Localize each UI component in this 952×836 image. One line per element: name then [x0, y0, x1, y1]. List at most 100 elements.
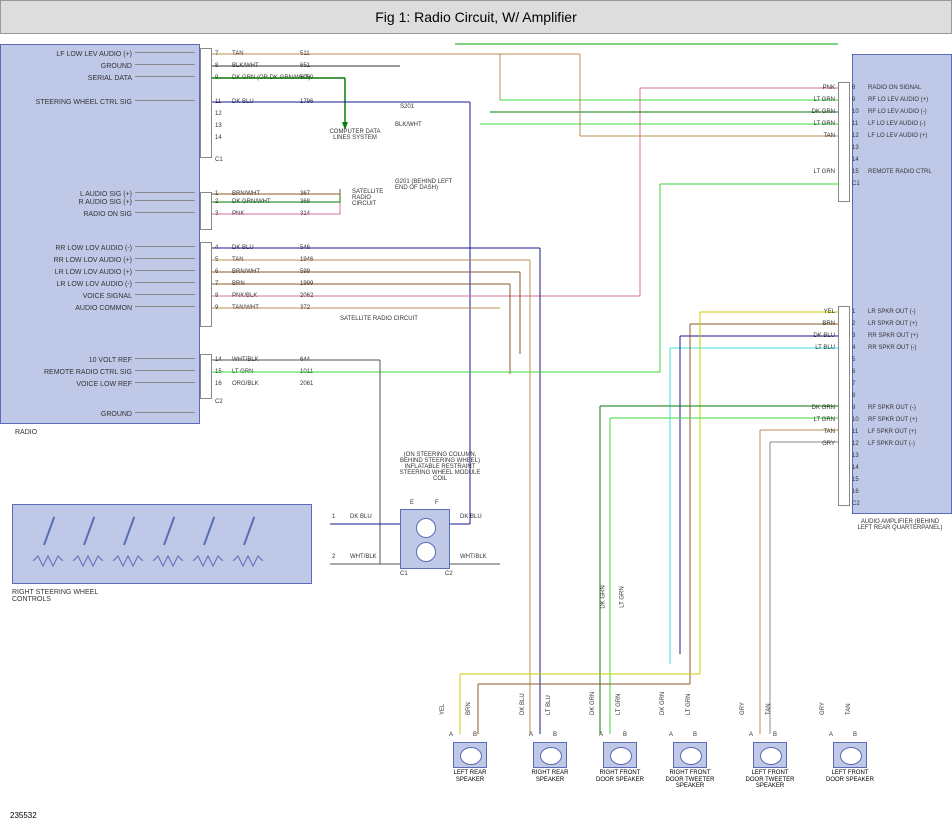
amp-pin: 11	[852, 121, 858, 127]
coil-pin2: 2	[332, 554, 335, 560]
amp-pin: 10	[852, 109, 859, 115]
switch-label: RIGHT STEERING WHEEL CONTROLS	[12, 589, 102, 603]
amp-pin: 12	[852, 133, 859, 139]
amp-label: AUDIO AMPLIFIER (BEHIND LEFT REAR QUARTE…	[855, 519, 945, 531]
amp-pin: 12	[852, 441, 859, 447]
amp-pin: 9	[852, 405, 855, 411]
amp-pin: 15	[852, 169, 859, 175]
spk-term-b: B	[473, 732, 477, 738]
speaker-icon	[673, 742, 707, 768]
amp-func: LF LO LEV AUDIO (+)	[868, 133, 927, 139]
amp-pin: 13	[852, 453, 859, 459]
amp-wire: BRN	[800, 321, 835, 327]
amp-wire: LT BLU	[800, 345, 835, 351]
amp-wire: DK BLU	[800, 333, 835, 339]
amp-func: RF SPKR OUT (-)	[868, 405, 916, 411]
spk-wire-a: DK GRN	[590, 692, 596, 715]
amp-pin: 14	[852, 157, 859, 163]
speaker-icon	[753, 742, 787, 768]
speaker-name: LEFT REAR SPEAKER	[445, 770, 495, 783]
amp-pin: C1	[852, 181, 860, 187]
amp-wire: DK GRN	[800, 109, 835, 115]
spk-term-a: A	[749, 732, 753, 738]
coil-tr: DK BLU	[460, 514, 482, 520]
title-bar: Fig 1: Radio Circuit, W/ Amplifier	[0, 0, 952, 34]
coil-c1: C1	[400, 571, 408, 577]
steering-switch-box	[12, 504, 312, 584]
spk-term-a: A	[829, 732, 833, 738]
amp-pin: 6	[852, 369, 855, 375]
speaker: RIGHT FRONT DOOR TWEETER SPEAKER	[665, 742, 715, 782]
amp-func: RADIO ON SIGNAL	[868, 85, 921, 91]
amp-conn-c1	[838, 82, 850, 202]
speaker: LEFT REAR SPEAKER	[445, 742, 495, 782]
amp-pin: 8	[852, 85, 855, 91]
amp-pin: 3	[852, 333, 855, 339]
amp-wire: GRY	[800, 441, 835, 447]
amp-func: LF SPKR OUT (+)	[868, 429, 916, 435]
amp-func: RF LO LEV AUDIO (-)	[868, 109, 927, 115]
coil-br: WHT/BLK	[460, 554, 487, 560]
spk-wire-b: LT GRN	[686, 694, 692, 715]
amp-wire: PNK	[800, 85, 835, 91]
amp-pin: 14	[852, 465, 859, 471]
title: Fig 1: Radio Circuit, W/ Amplifier	[375, 9, 577, 25]
spk-term-b: B	[693, 732, 697, 738]
speaker-name: RIGHT FRONT DOOR SPEAKER	[595, 770, 645, 783]
coil-f: F	[435, 500, 439, 506]
speaker: LEFT FRONT DOOR TWEETER SPEAKER	[745, 742, 795, 782]
spk-wire-b: TAN	[766, 703, 772, 715]
coil-e: E	[410, 500, 414, 506]
speaker-name: RIGHT REAR SPEAKER	[525, 770, 575, 783]
coil-c2: C2	[445, 571, 453, 577]
amp-func: LF SPKR OUT (-)	[868, 441, 915, 447]
coil-module	[400, 509, 450, 569]
spk-term-a: A	[529, 732, 533, 738]
spk-wire-a: GRY	[740, 702, 746, 715]
spk-term-a: A	[449, 732, 453, 738]
amp-pin: 10	[852, 417, 859, 423]
amp-pin: 4	[852, 345, 855, 351]
coil-tl: DK BLU	[350, 514, 372, 520]
spk-term-b: B	[773, 732, 777, 738]
amp-pin: 15	[852, 477, 859, 483]
coil-bl: WHT/BLK	[350, 554, 377, 560]
spk-wire-b: TAN	[846, 703, 852, 715]
amp-wire: LT GRN	[800, 97, 835, 103]
amp-wire: TAN	[800, 429, 835, 435]
amp-func: LR SPKR OUT (+)	[868, 321, 917, 327]
wiring-diagram: RADIO LF LOW LEV AUDIO (+)GROUNDSERIAL D…	[0, 34, 952, 824]
amp-func: RF SPKR OUT (+)	[868, 417, 917, 423]
speaker-name: LEFT FRONT DOOR SPEAKER	[825, 770, 875, 783]
spk-term-a: A	[599, 732, 603, 738]
amp-wire: LT GRN	[800, 169, 835, 175]
speaker: RIGHT FRONT DOOR SPEAKER	[595, 742, 645, 782]
amp-wire: LT GRN	[800, 121, 835, 127]
amp-wire: LT GRN	[800, 417, 835, 423]
speaker-icon	[533, 742, 567, 768]
amp-pin: 11	[852, 429, 858, 435]
spk-wire-a: GRY	[820, 702, 826, 715]
amp-func: RF LO LEV AUDIO (+)	[868, 97, 928, 103]
spk-wire-a: YEL	[440, 704, 446, 715]
amp-func: LF LO LEV AUDIO (-)	[868, 121, 926, 127]
amp-pin: 1	[852, 309, 855, 315]
speaker-icon	[833, 742, 867, 768]
vert-dkgrn: DK GRN	[601, 585, 607, 608]
speaker: RIGHT REAR SPEAKER	[525, 742, 575, 782]
amp-wire: DK GRN	[800, 405, 835, 411]
amp-pin: 2	[852, 321, 855, 327]
vert-ltgrn: LT GRN	[620, 586, 626, 607]
spk-term-a: A	[669, 732, 673, 738]
speaker-icon	[453, 742, 487, 768]
amp-func: LR SPKR OUT (-)	[868, 309, 916, 315]
amp-func: RR SPKR OUT (+)	[868, 333, 918, 339]
amp-pin: 7	[852, 381, 855, 387]
amp-pin: 13	[852, 145, 859, 151]
spk-wire-b: LT BLU	[546, 695, 552, 715]
amp-conn-c2	[838, 306, 850, 506]
coil-label: (ON STEERING COLUMN, BEHIND STEERING WHE…	[395, 452, 485, 482]
speaker-icon	[603, 742, 637, 768]
speaker-name: RIGHT FRONT DOOR TWEETER SPEAKER	[665, 770, 715, 790]
amp-pin: 16	[852, 489, 859, 495]
